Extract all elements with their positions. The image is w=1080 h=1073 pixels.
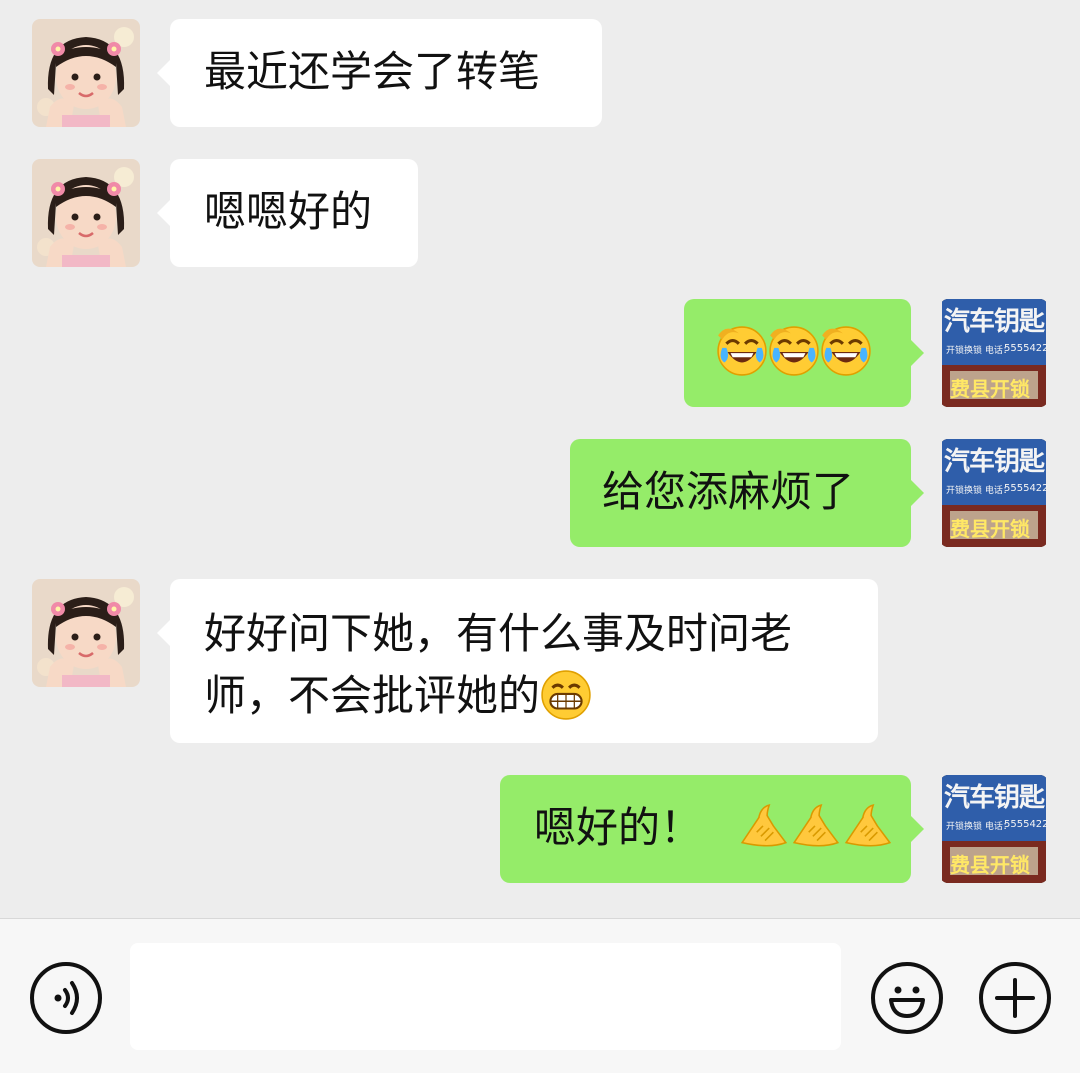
sign-subtitle: 开锁换锁 电话： bbox=[946, 822, 1012, 832]
sign-phone: 5555422 bbox=[1004, 483, 1048, 494]
contact-avatar[interactable] bbox=[32, 159, 140, 267]
contact-avatar[interactable] bbox=[32, 579, 140, 687]
message-bubble-sent[interactable] bbox=[684, 299, 924, 407]
smiley-icon bbox=[889, 986, 925, 1018]
voice-button[interactable] bbox=[30, 962, 102, 1034]
sign-subtitle: 开锁换锁 电话： bbox=[946, 346, 1012, 356]
sign-subtitle: 开锁换锁 电话： bbox=[946, 486, 1012, 496]
more-button[interactable] bbox=[979, 962, 1051, 1034]
message-bubble-received[interactable]: 最近还学会了转笔 bbox=[157, 19, 602, 127]
tears-of-joy-emoji bbox=[820, 325, 872, 377]
voice-icon bbox=[54, 981, 79, 1015]
message-text-line: 师，不会批评她的 bbox=[204, 665, 878, 727]
pointing-hand-emoji bbox=[790, 801, 842, 853]
emoji-button[interactable] bbox=[871, 962, 943, 1034]
message-text: 最近还学会了转笔 bbox=[204, 47, 541, 96]
message-bubble-received[interactable]: 好好问下她，有什么事及时问老 师，不会批评她的 bbox=[157, 579, 878, 743]
sign-title: 汽车钥匙 bbox=[943, 447, 1045, 477]
sign-title: 汽车钥匙 bbox=[943, 783, 1045, 813]
sign-phone: 5555422 bbox=[1004, 819, 1048, 830]
pointing-hand-emoji bbox=[842, 801, 894, 853]
tears-of-joy-emoji bbox=[768, 325, 820, 377]
contact-avatar[interactable] bbox=[32, 19, 140, 127]
grinning-face-emoji bbox=[540, 669, 592, 721]
girl-avatar-image bbox=[32, 19, 140, 127]
my-avatar[interactable]: 汽车钥匙 开锁换锁 电话： 5555422 费县开锁 bbox=[940, 299, 1048, 407]
sign-phone: 5555422 bbox=[1004, 343, 1048, 354]
message-text: 师，不会批评她的 bbox=[204, 671, 541, 720]
message-text: 给您添麻烦了 bbox=[602, 467, 855, 516]
pointing-hand-emoji bbox=[738, 801, 790, 853]
girl-avatar-image bbox=[32, 579, 140, 687]
message-input[interactable] bbox=[130, 943, 841, 1050]
plus-icon bbox=[995, 978, 1035, 1018]
sign-title: 汽车钥匙 bbox=[943, 307, 1045, 337]
sign-footer: 费县开锁 bbox=[950, 517, 1030, 541]
message-text-line: 好好问下她，有什么事及时问老 bbox=[204, 609, 793, 658]
sign-footer: 费县开锁 bbox=[950, 377, 1030, 401]
girl-avatar-image bbox=[32, 159, 140, 267]
message-text: 嗯好的！ bbox=[534, 803, 703, 852]
message-bubble-sent[interactable]: 给您添麻烦了 bbox=[570, 439, 924, 547]
sign-footer: 费县开锁 bbox=[950, 853, 1030, 877]
tears-of-joy-emoji bbox=[716, 325, 768, 377]
message-bubble-received[interactable]: 嗯嗯好的 bbox=[157, 159, 418, 267]
my-avatar[interactable]: 汽车钥匙 开锁换锁 电话： 5555422 费县开锁 bbox=[940, 439, 1048, 547]
chat-area[interactable]: 最近还学会了转笔 嗯嗯好的 汽车钥匙 开锁换锁 电话： 5555422 费县开锁… bbox=[0, 0, 1080, 918]
input-bar bbox=[0, 918, 1080, 1073]
message-text: 嗯嗯好的 bbox=[204, 187, 373, 236]
message-bubble-sent[interactable]: 嗯好的！ bbox=[500, 775, 924, 883]
my-avatar[interactable]: 汽车钥匙 开锁换锁 电话： 5555422 费县开锁 bbox=[940, 775, 1048, 883]
